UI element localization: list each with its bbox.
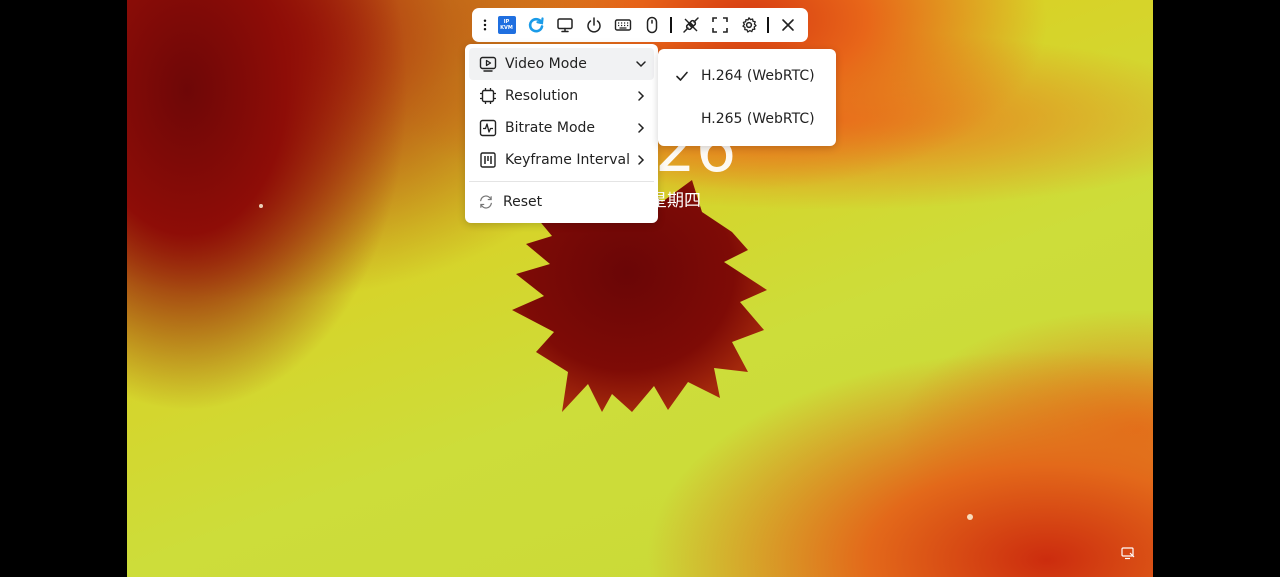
toolbar-separator — [670, 17, 673, 33]
option-h264-webrtc[interactable]: H.264 (WebRTC) — [663, 54, 831, 97]
refresh-icon — [528, 17, 544, 33]
video-play-icon — [479, 56, 497, 72]
activity-icon — [479, 119, 497, 137]
menu-item-label: Keyframe Interval — [505, 152, 630, 168]
vertical-dots-icon — [483, 19, 487, 31]
keyboard-button[interactable] — [608, 10, 637, 40]
menu-divider — [469, 181, 654, 182]
mouse-button[interactable] — [637, 10, 666, 40]
mouse-icon — [646, 16, 657, 34]
keyboard-icon — [614, 19, 631, 31]
video-button[interactable] — [550, 10, 579, 40]
drag-handle[interactable] — [478, 10, 492, 40]
remote-desktop-icon[interactable] — [1121, 546, 1135, 560]
fullscreen-button[interactable] — [705, 10, 734, 40]
unplug-icon — [682, 17, 699, 33]
chevron-right-icon — [638, 123, 645, 133]
menu-item-label: Reset — [503, 194, 543, 210]
menu-item-label: Video Mode — [505, 56, 587, 72]
resolution-icon — [480, 88, 496, 104]
option-label: H.265 (WebRTC) — [701, 110, 815, 127]
fullscreen-icon — [711, 17, 728, 33]
menu-item-resolution[interactable]: Resolution — [469, 80, 654, 112]
power-icon — [586, 17, 601, 33]
reset-icon — [480, 195, 492, 209]
toolbar-separator — [767, 17, 770, 33]
reconnect-button[interactable] — [521, 10, 550, 40]
ipkvm-logo: IP KVM — [492, 10, 521, 40]
chevron-down-icon — [636, 61, 646, 68]
sparkle — [259, 204, 263, 208]
network-button[interactable] — [676, 10, 705, 40]
menu-item-label: Resolution — [505, 88, 579, 104]
sparkle — [967, 514, 973, 520]
keyframe-icon — [480, 152, 496, 168]
chevron-right-icon — [638, 91, 645, 101]
gear-icon — [741, 17, 757, 33]
ipkvm-logo-icon: IP KVM — [497, 16, 516, 34]
menu-item-reset[interactable]: Reset — [469, 186, 654, 218]
option-label: H.264 (WebRTC) — [701, 67, 815, 84]
video-settings-menu: Video Mode Resolution Bitrate Mode Keyfr… — [465, 44, 658, 223]
kvm-toolbar: IP KVM — [472, 8, 808, 42]
check-icon — [676, 71, 688, 81]
close-icon — [781, 19, 794, 31]
settings-button[interactable] — [734, 10, 763, 40]
menu-item-video-mode[interactable]: Video Mode — [469, 48, 654, 80]
power-button[interactable] — [579, 10, 608, 40]
close-button[interactable] — [773, 10, 802, 40]
video-mode-submenu: H.264 (WebRTC) H.265 (WebRTC) — [658, 49, 836, 146]
chevron-right-icon — [638, 155, 645, 165]
monitor-icon — [556, 18, 573, 33]
menu-item-bitrate-mode[interactable]: Bitrate Mode — [469, 112, 654, 144]
menu-item-label: Bitrate Mode — [505, 120, 596, 136]
option-h265-webrtc[interactable]: H.265 (WebRTC) — [663, 97, 831, 140]
menu-item-keyframe-interval[interactable]: Keyframe Interval — [469, 144, 654, 176]
